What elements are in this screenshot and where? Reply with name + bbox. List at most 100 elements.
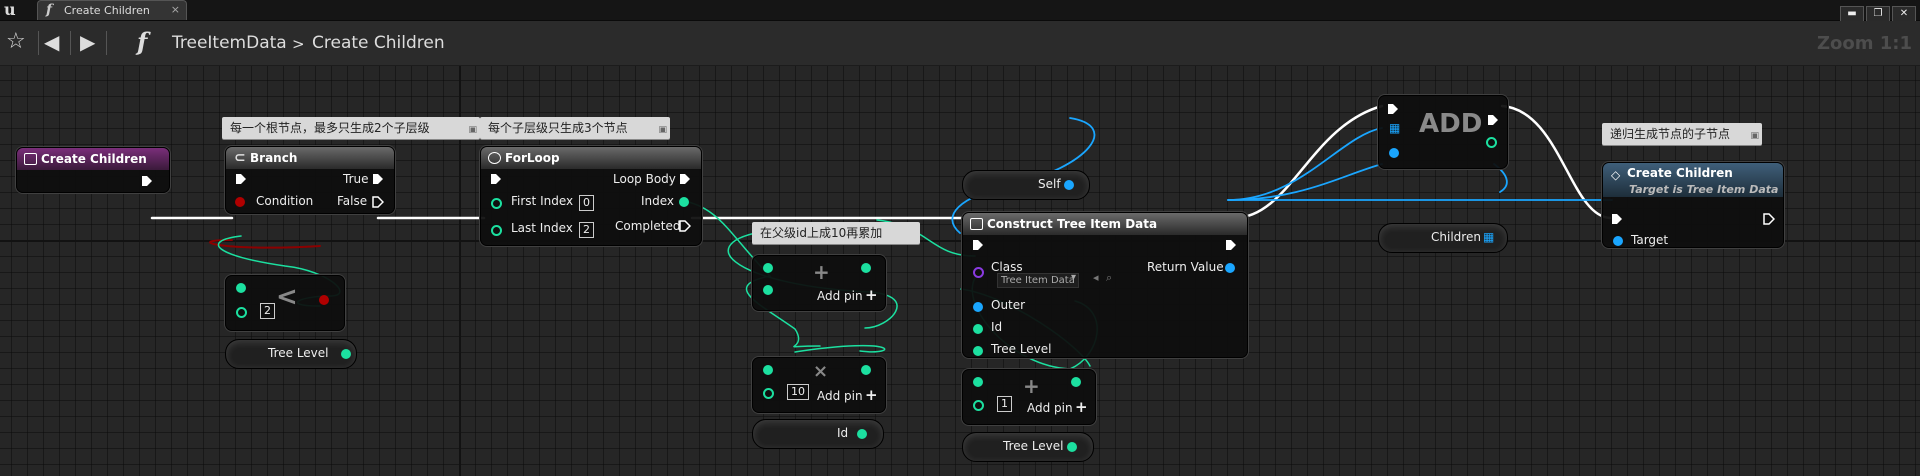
exec-in-pin[interactable] (1611, 213, 1623, 225)
add-pin-button[interactable]: Add pin (817, 289, 863, 303)
id-pin[interactable] (973, 324, 983, 334)
exec-loop-body-pin[interactable] (679, 173, 691, 185)
array-add-node[interactable]: ADD ▦ (1378, 95, 1508, 169)
add-pin-button[interactable]: Add pin (1027, 401, 1073, 415)
exec-in-pin[interactable] (972, 239, 984, 251)
int-in-pin[interactable] (763, 388, 774, 399)
tab-bar: u f Create Children × ▬ ❐ ✕ (0, 0, 1920, 23)
comment-pin-icon[interactable]: ▣ (1750, 125, 1759, 147)
divider (106, 31, 107, 55)
exec-out-pin[interactable] (141, 175, 153, 187)
comment-pin-icon[interactable]: ▣ (468, 119, 477, 141)
int-in-pin[interactable] (763, 285, 773, 295)
self-label: Self (1038, 177, 1061, 191)
comment-bubble[interactable]: 在父级id上成10再累加 (752, 222, 920, 244)
entry-node[interactable]: Create Children (16, 147, 170, 193)
exec-out-pin[interactable] (1225, 239, 1237, 251)
int-in-pin[interactable] (973, 377, 983, 387)
chevron-down-icon[interactable]: ▾ (1071, 272, 1076, 283)
value-field[interactable]: 1 (997, 396, 1012, 412)
forloop-node[interactable]: ForLoop Loop Body First Index 0 Index La… (480, 146, 702, 246)
int-in-pin[interactable] (236, 307, 247, 318)
star-icon[interactable]: ☆ (6, 29, 26, 55)
self-node[interactable]: Self (962, 170, 1090, 200)
graph-canvas[interactable]: Create Children 每一个根节点，最多只生成2个子层级 ▣ ⊂ Br… (0, 66, 1920, 476)
construct-object-node[interactable]: Construct Tree Item Data Class Tree Item… (962, 212, 1248, 358)
comment-bubble[interactable]: 递归生成节点的子节点 ▣ (1602, 123, 1762, 145)
id-getter[interactable]: Id (752, 419, 884, 449)
exec-in-pin[interactable] (1387, 103, 1399, 115)
breadcrumb-function[interactable]: Create Children (312, 33, 445, 53)
value-field[interactable]: 10 (787, 384, 809, 400)
multiply-int-node[interactable]: 10 × Add pin + (752, 357, 886, 413)
comment-bubble[interactable]: 每一个根节点，最多只生成2个子层级 ▣ (222, 117, 480, 139)
bool-out-pin[interactable] (319, 295, 329, 305)
exec-out-pin[interactable] (1487, 114, 1499, 126)
exec-out-pin[interactable] (1763, 213, 1775, 225)
less-than-node[interactable]: 2 < (225, 275, 345, 331)
int-out-pin[interactable] (861, 263, 871, 273)
add-int-node[interactable]: 1 + Add pin + (962, 369, 1096, 425)
plus-icon[interactable]: + (865, 386, 878, 404)
loop-icon (488, 152, 501, 164)
plus-icon[interactable]: + (865, 286, 878, 304)
class-pin[interactable] (973, 267, 984, 278)
int-out-pin[interactable] (1067, 442, 1077, 452)
int-out-pin[interactable] (857, 429, 867, 439)
tab-create-children[interactable]: f Create Children × (37, 0, 187, 20)
plus-icon[interactable]: + (1075, 398, 1088, 416)
use-selected-icon[interactable]: ◂ (1093, 271, 1099, 284)
condition-pin[interactable] (235, 197, 245, 207)
return-value-pin[interactable] (1225, 263, 1235, 273)
divider (38, 31, 39, 55)
target-pin[interactable] (1613, 236, 1623, 246)
comment-pin-icon[interactable]: ▣ (658, 119, 667, 141)
index-out-pin[interactable] (679, 197, 689, 207)
add-int-node[interactable]: + Add pin + (752, 255, 886, 311)
tree-level-getter[interactable]: Tree Level (225, 339, 357, 369)
int-in-pin[interactable] (763, 365, 773, 375)
int-out-pin[interactable] (1071, 377, 1081, 387)
object-wire (1227, 127, 1383, 201)
tree-level-pin[interactable] (973, 346, 983, 356)
node-header: ◇ Create Children Target is Tree Item Da… (1603, 163, 1783, 197)
array-icon[interactable]: ▦ (1483, 230, 1494, 244)
last-index-pin[interactable] (491, 225, 502, 236)
exec-completed-pin[interactable] (679, 220, 691, 232)
int-in-pin[interactable] (236, 283, 246, 293)
add-pin-button[interactable]: Add pin (817, 389, 863, 403)
int-in-pin[interactable] (763, 263, 773, 273)
first-index-pin[interactable] (491, 198, 502, 209)
variable-label: Id (837, 426, 849, 440)
value-field[interactable]: 2 (260, 303, 275, 319)
outer-pin[interactable] (973, 302, 983, 312)
index-out-pin[interactable] (1486, 137, 1497, 148)
comment-bubble[interactable]: 每个子层级只生成3个节点 ▣ (480, 117, 670, 139)
true-label: True (343, 172, 369, 186)
tab-close-icon[interactable]: × (171, 3, 180, 16)
bool-wire (209, 239, 321, 249)
create-children-call-node[interactable]: ◇ Create Children Target is Tree Item Da… (1602, 162, 1784, 248)
exec-false-pin[interactable] (372, 196, 384, 208)
back-icon[interactable]: ◀ (44, 29, 59, 55)
int-out-pin[interactable] (861, 365, 871, 375)
tree-level-getter[interactable]: Tree Level (962, 432, 1094, 462)
breadcrumb-class[interactable]: TreeItemData (172, 33, 287, 53)
last-index-field[interactable]: 2 (579, 222, 594, 238)
browse-search-icon[interactable]: ⌕ (1106, 271, 1112, 285)
int-out-pin[interactable] (341, 349, 351, 359)
exec-in-pin[interactable] (490, 173, 502, 185)
class-dropdown[interactable]: Tree Item Data (997, 273, 1079, 288)
exec-true-pin[interactable] (372, 173, 384, 185)
branch-node[interactable]: ⊂ Branch True Condition False (225, 146, 395, 214)
variable-label: Tree Level (1003, 439, 1064, 453)
function-icon: f (46, 2, 53, 18)
children-getter[interactable]: Children ▦ (1378, 223, 1508, 253)
forward-icon[interactable]: ▶ (80, 29, 95, 55)
object-out-pin[interactable] (1064, 180, 1074, 190)
exec-in-pin[interactable] (235, 173, 247, 185)
int-in-pin[interactable] (973, 400, 984, 411)
window-buttons: ▬ ❐ ✕ (1838, 1, 1916, 23)
first-index-field[interactable]: 0 (579, 195, 594, 211)
item-pin[interactable] (1389, 148, 1399, 158)
